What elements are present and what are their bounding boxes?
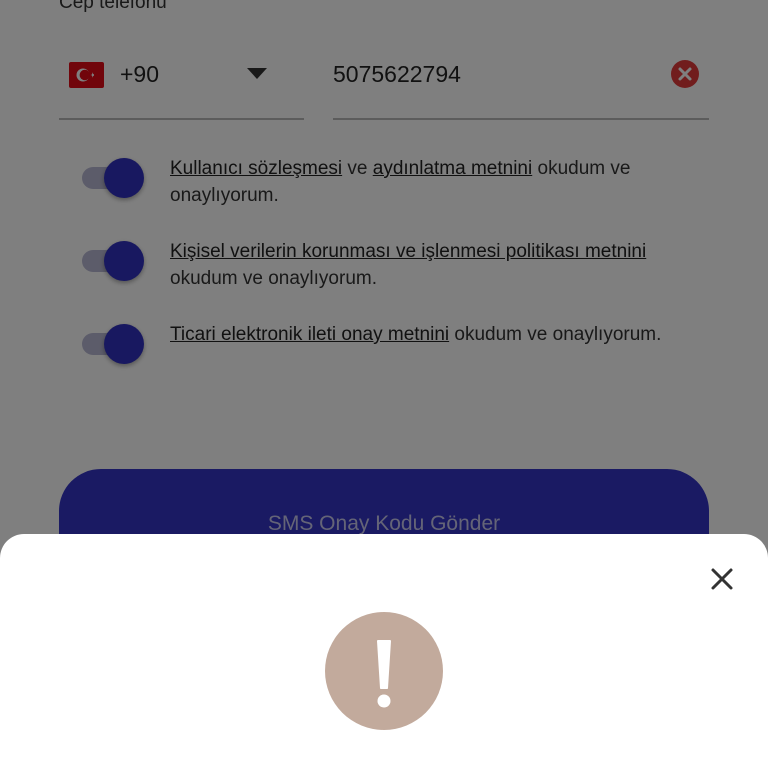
exclamation-icon	[325, 612, 443, 730]
close-icon[interactable]	[708, 565, 736, 593]
